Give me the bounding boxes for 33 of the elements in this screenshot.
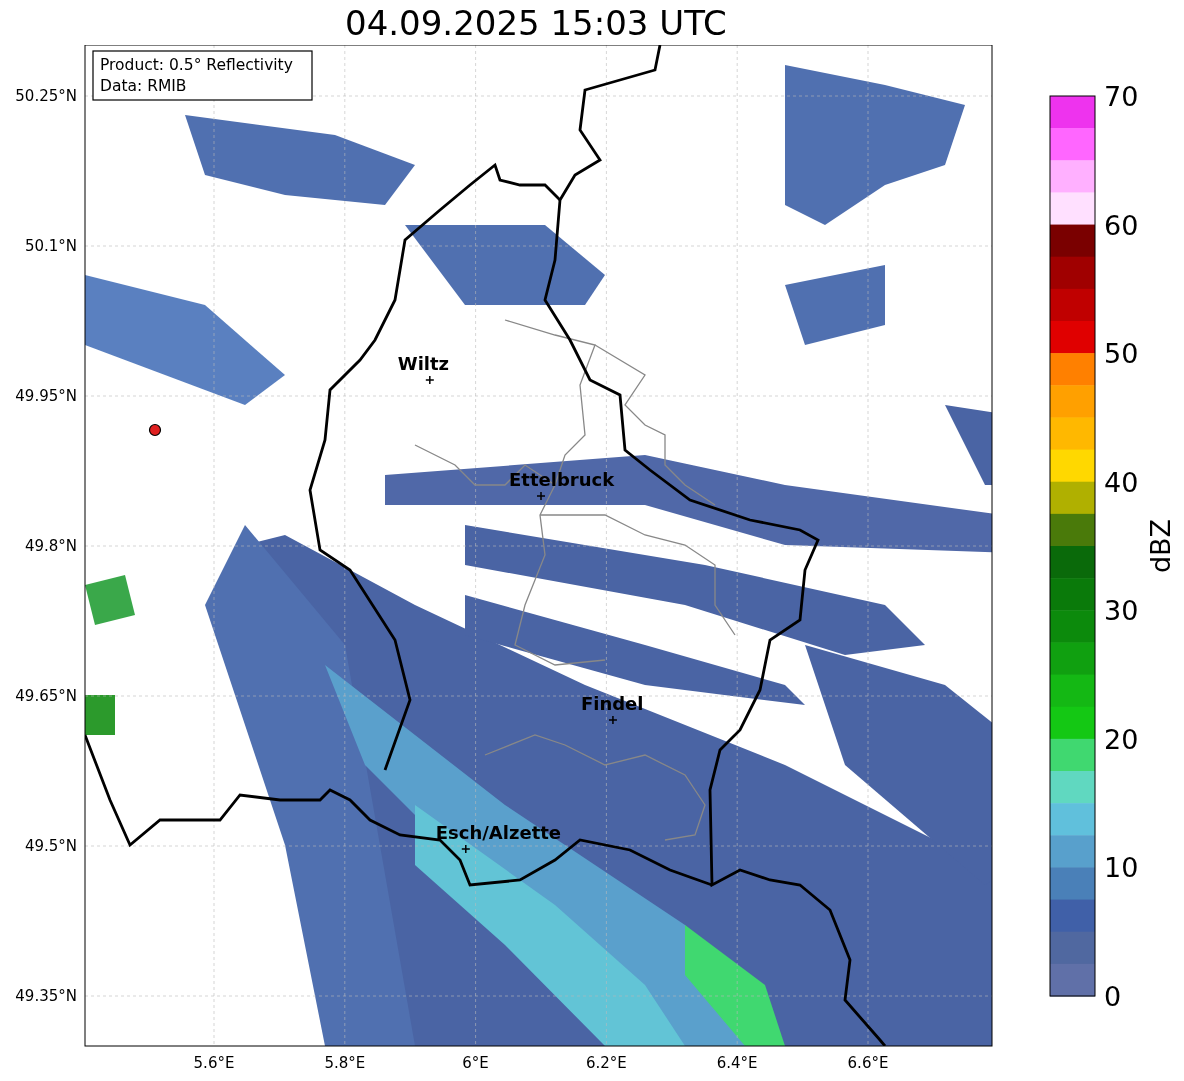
latitude-label: 49.35°N	[15, 987, 77, 1005]
longitude-label: 5.6°E	[193, 1054, 235, 1072]
latitude-label: 50.25°N	[15, 87, 77, 105]
city-label: Ettelbruck	[509, 469, 615, 490]
colorbar-tick-label: 0	[1104, 981, 1122, 1012]
latitude-label: 49.65°N	[15, 687, 77, 705]
colorbar-tick-label: 20	[1104, 723, 1139, 755]
colorbar-tick-label: 10	[1104, 852, 1139, 884]
colorbar-tick-label: 40	[1104, 466, 1139, 498]
colorbar-tick-label: 50	[1104, 338, 1139, 370]
longitude-label: 6.6°E	[847, 1054, 889, 1072]
city-label: Esch/Alzette	[435, 822, 562, 843]
radar-site-marker	[148, 423, 162, 437]
info-text: Product: 0.5° Reflectivity	[100, 56, 293, 74]
city-label: Wiltz	[397, 353, 450, 374]
colorbar-label: dBZ	[1145, 518, 1176, 574]
latitude-label: 49.8°N	[24, 537, 77, 555]
longitude-label: 6.4°E	[716, 1054, 758, 1072]
longitude-label: 5.8°E	[324, 1054, 366, 1072]
latitude-label: 49.5°N	[24, 837, 77, 855]
latitude-label: 50.1°N	[24, 237, 77, 255]
longitude-label: 6°E	[462, 1054, 489, 1072]
info-text: Data: RMIB	[100, 77, 187, 95]
longitude-label: 6.2°E	[586, 1054, 627, 1072]
colorbar-tick-label: 60	[1104, 209, 1139, 241]
colorbar-tick-label: 30	[1104, 595, 1139, 627]
city-marker-icon	[425, 375, 435, 385]
city-marker-icon	[536, 491, 546, 501]
city-marker-icon	[461, 844, 471, 854]
map-title: 04.09.2025 15:03 UTC	[345, 5, 727, 40]
colorbar-tick-label: 70	[1104, 81, 1139, 112]
latitude-label: 49.95°N	[15, 387, 77, 405]
city-marker-icon	[608, 715, 618, 725]
